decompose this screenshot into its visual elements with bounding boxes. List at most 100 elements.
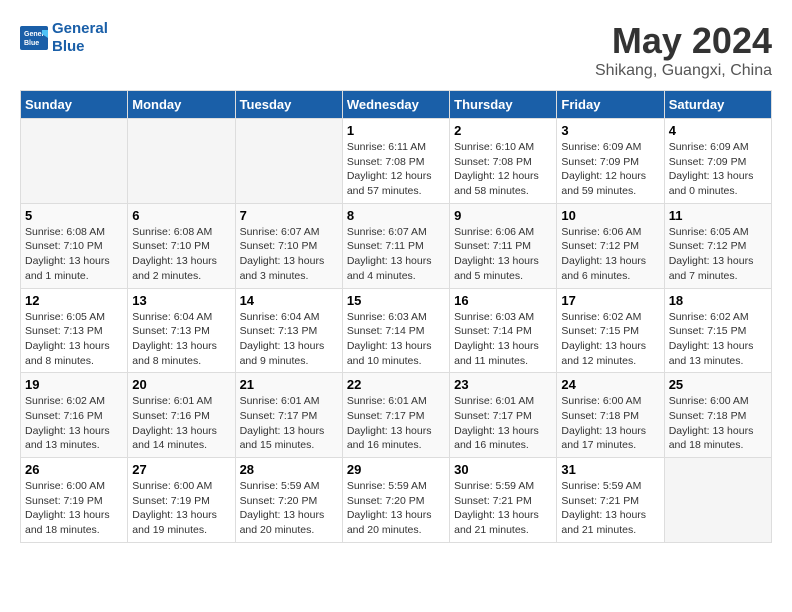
- day-number: 26: [25, 462, 123, 477]
- calendar-cell: 16 Sunrise: 6:03 AMSunset: 7:14 PMDayligh…: [450, 288, 557, 373]
- day-number: 5: [25, 208, 123, 223]
- page-header: General Blue General Blue May 2024 Shika…: [20, 20, 772, 80]
- day-info: Sunrise: 6:01 AMSunset: 7:16 PMDaylight:…: [132, 394, 230, 453]
- day-number: 14: [240, 293, 338, 308]
- day-info: Sunrise: 6:08 AMSunset: 7:10 PMDaylight:…: [132, 225, 230, 284]
- day-number: 13: [132, 293, 230, 308]
- calendar-cell: 6 Sunrise: 6:08 AMSunset: 7:10 PMDaylight…: [128, 203, 235, 288]
- day-info: Sunrise: 6:01 AMSunset: 7:17 PMDaylight:…: [454, 394, 552, 453]
- calendar-cell: 5 Sunrise: 6:08 AMSunset: 7:10 PMDaylight…: [21, 203, 128, 288]
- day-info: Sunrise: 6:11 AMSunset: 7:08 PMDaylight:…: [347, 140, 445, 199]
- day-info: Sunrise: 6:00 AMSunset: 7:18 PMDaylight:…: [669, 394, 767, 453]
- day-info: Sunrise: 6:06 AMSunset: 7:12 PMDaylight:…: [561, 225, 659, 284]
- day-info: Sunrise: 6:00 AMSunset: 7:19 PMDaylight:…: [25, 479, 123, 538]
- calendar-cell: 21 Sunrise: 6:01 AMSunset: 7:17 PMDayligh…: [235, 373, 342, 458]
- calendar-cell: 29Sunrise: 5:59 AMSunset: 7:20 PMDayligh…: [342, 458, 449, 543]
- day-number: 16: [454, 293, 552, 308]
- day-number: 31: [561, 462, 659, 477]
- day-info: Sunrise: 6:07 AMSunset: 7:11 PMDaylight:…: [347, 225, 445, 284]
- calendar-cell: 27Sunrise: 6:00 AMSunset: 7:19 PMDayligh…: [128, 458, 235, 543]
- day-info: Sunrise: 6:01 AMSunset: 7:17 PMDaylight:…: [240, 394, 338, 453]
- calendar-cell: [128, 119, 235, 204]
- day-number: 23: [454, 377, 552, 392]
- day-number: 3: [561, 123, 659, 138]
- calendar-cell: 28 Sunrise: 5:59 AMSunset: 7:20 PMDayligh…: [235, 458, 342, 543]
- calendar-cell: 14 Sunrise: 6:04 AMSunset: 7:13 PMDayligh…: [235, 288, 342, 373]
- day-number: 18: [669, 293, 767, 308]
- day-info: Sunrise: 5:59 AMSunset: 7:20 PMDaylight:…: [240, 479, 338, 538]
- day-number: 4: [669, 123, 767, 138]
- calendar-cell: 25 Sunrise: 6:00 AMSunset: 7:18 PMDayligh…: [664, 373, 771, 458]
- day-number: 15: [347, 293, 445, 308]
- svg-text:Blue: Blue: [24, 40, 39, 47]
- weekday-header-friday: Friday: [557, 91, 664, 119]
- title-block: May 2024 Shikang, Guangxi, China: [595, 20, 772, 80]
- day-number: 24: [561, 377, 659, 392]
- weekday-header-monday: Monday: [128, 91, 235, 119]
- calendar-table: SundayMondayTuesdayWednesdayThursdayFrid…: [20, 90, 772, 543]
- calendar-cell: 7 Sunrise: 6:07 AMSunset: 7:10 PMDaylight…: [235, 203, 342, 288]
- calendar-cell: 11Sunrise: 6:05 AMSunset: 7:12 PMDayligh…: [664, 203, 771, 288]
- day-info: Sunrise: 5:59 AMSunset: 7:21 PMDaylight:…: [561, 479, 659, 538]
- calendar-cell: 20 Sunrise: 6:01 AMSunset: 7:16 PMDayligh…: [128, 373, 235, 458]
- day-number: 7: [240, 208, 338, 223]
- day-number: 11: [669, 208, 767, 223]
- calendar-cell: 9Sunrise: 6:06 AMSunset: 7:11 PMDaylight…: [450, 203, 557, 288]
- main-title: May 2024: [595, 20, 772, 62]
- weekday-header-thursday: Thursday: [450, 91, 557, 119]
- day-info: Sunrise: 6:02 AMSunset: 7:15 PMDaylight:…: [561, 310, 659, 369]
- day-number: 20: [132, 377, 230, 392]
- day-number: 2: [454, 123, 552, 138]
- day-info: Sunrise: 6:02 AMSunset: 7:15 PMDaylight:…: [669, 310, 767, 369]
- logo-icon: General Blue: [20, 26, 48, 50]
- day-info: Sunrise: 6:04 AMSunset: 7:13 PMDaylight:…: [132, 310, 230, 369]
- day-number: 9: [454, 208, 552, 223]
- day-number: 10: [561, 208, 659, 223]
- day-number: 30: [454, 462, 552, 477]
- calendar-cell: 23 Sunrise: 6:01 AMSunset: 7:17 PMDayligh…: [450, 373, 557, 458]
- calendar-cell: 12Sunrise: 6:05 AMSunset: 7:13 PMDayligh…: [21, 288, 128, 373]
- day-number: 28: [240, 462, 338, 477]
- day-info: Sunrise: 6:07 AMSunset: 7:10 PMDaylight:…: [240, 225, 338, 284]
- calendar-cell: 13 Sunrise: 6:04 AMSunset: 7:13 PMDayligh…: [128, 288, 235, 373]
- calendar-cell: 22Sunrise: 6:01 AMSunset: 7:17 PMDayligh…: [342, 373, 449, 458]
- weekday-header-sunday: Sunday: [21, 91, 128, 119]
- day-number: 1: [347, 123, 445, 138]
- day-number: 25: [669, 377, 767, 392]
- calendar-cell: 19 Sunrise: 6:02 AMSunset: 7:16 PMDayligh…: [21, 373, 128, 458]
- day-info: Sunrise: 6:03 AMSunset: 7:14 PMDaylight:…: [347, 310, 445, 369]
- calendar-cell: 4 Sunrise: 6:09 AMSunset: 7:09 PMDaylight…: [664, 119, 771, 204]
- day-number: 6: [132, 208, 230, 223]
- calendar-cell: 10 Sunrise: 6:06 AMSunset: 7:12 PMDayligh…: [557, 203, 664, 288]
- day-number: 22: [347, 377, 445, 392]
- calendar-cell: [21, 119, 128, 204]
- calendar-cell: 3 Sunrise: 6:09 AMSunset: 7:09 PMDaylight…: [557, 119, 664, 204]
- calendar-cell: 2 Sunrise: 6:10 AMSunset: 7:08 PMDaylight…: [450, 119, 557, 204]
- calendar-cell: 30Sunrise: 5:59 AMSunset: 7:21 PMDayligh…: [450, 458, 557, 543]
- weekday-header-tuesday: Tuesday: [235, 91, 342, 119]
- weekday-header-saturday: Saturday: [664, 91, 771, 119]
- calendar-cell: 18 Sunrise: 6:02 AMSunset: 7:15 PMDayligh…: [664, 288, 771, 373]
- calendar-cell: 31 Sunrise: 5:59 AMSunset: 7:21 PMDayligh…: [557, 458, 664, 543]
- day-info: Sunrise: 6:00 AMSunset: 7:18 PMDaylight:…: [561, 394, 659, 453]
- day-number: 27: [132, 462, 230, 477]
- day-info: Sunrise: 6:03 AMSunset: 7:14 PMDaylight:…: [454, 310, 552, 369]
- day-info: Sunrise: 5:59 AMSunset: 7:20 PMDaylight:…: [347, 479, 445, 538]
- day-info: Sunrise: 6:05 AMSunset: 7:13 PMDaylight:…: [25, 310, 123, 369]
- day-info: Sunrise: 6:02 AMSunset: 7:16 PMDaylight:…: [25, 394, 123, 453]
- day-info: Sunrise: 6:09 AMSunset: 7:09 PMDaylight:…: [561, 140, 659, 199]
- weekday-header-wednesday: Wednesday: [342, 91, 449, 119]
- day-info: Sunrise: 6:10 AMSunset: 7:08 PMDaylight:…: [454, 140, 552, 199]
- day-info: Sunrise: 6:04 AMSunset: 7:13 PMDaylight:…: [240, 310, 338, 369]
- calendar-cell: 26 Sunrise: 6:00 AMSunset: 7:19 PMDayligh…: [21, 458, 128, 543]
- day-info: Sunrise: 6:09 AMSunset: 7:09 PMDaylight:…: [669, 140, 767, 199]
- calendar-cell: 17 Sunrise: 6:02 AMSunset: 7:15 PMDayligh…: [557, 288, 664, 373]
- logo-line1: General: [52, 20, 108, 38]
- day-number: 21: [240, 377, 338, 392]
- day-number: 19: [25, 377, 123, 392]
- day-info: Sunrise: 6:08 AMSunset: 7:10 PMDaylight:…: [25, 225, 123, 284]
- day-number: 17: [561, 293, 659, 308]
- subtitle: Shikang, Guangxi, China: [595, 62, 772, 80]
- calendar-cell: 8Sunrise: 6:07 AMSunset: 7:11 PMDaylight…: [342, 203, 449, 288]
- calendar-cell: 15 Sunrise: 6:03 AMSunset: 7:14 PMDayligh…: [342, 288, 449, 373]
